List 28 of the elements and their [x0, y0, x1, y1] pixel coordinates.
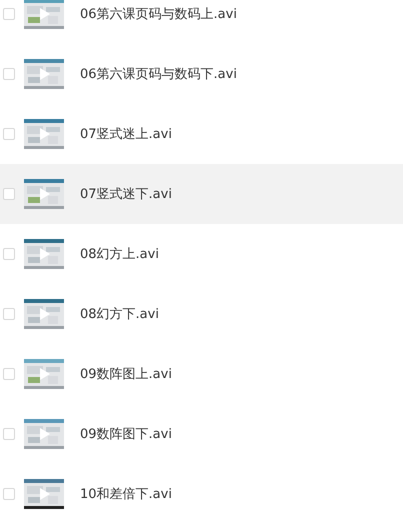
checkbox[interactable]: [3, 368, 15, 380]
file-name[interactable]: 10和差倍下.avi: [80, 485, 172, 503]
play-icon[interactable]: [40, 428, 50, 440]
play-icon[interactable]: [40, 248, 50, 260]
checkbox[interactable]: [3, 428, 15, 440]
checkbox[interactable]: [3, 68, 15, 80]
file-name[interactable]: 07竖式迷上.avi: [80, 125, 172, 143]
checkbox[interactable]: [3, 488, 15, 500]
file-row[interactable]: 07竖式迷下.avi: [0, 164, 403, 224]
checkbox[interactable]: [3, 308, 15, 320]
play-icon[interactable]: [40, 128, 50, 140]
play-icon[interactable]: [40, 8, 50, 20]
checkbox[interactable]: [3, 188, 15, 200]
file-name[interactable]: 09数阵图下.avi: [80, 425, 172, 443]
play-icon[interactable]: [40, 308, 50, 320]
file-name[interactable]: 06第六课页码与数码上.avi: [80, 5, 237, 23]
checkbox[interactable]: [3, 248, 15, 260]
file-name[interactable]: 06第六课页码与数码下.avi: [80, 65, 237, 83]
file-name[interactable]: 08幻方上.avi: [80, 245, 159, 263]
file-name[interactable]: 09数阵图上.avi: [80, 365, 172, 383]
play-icon[interactable]: [40, 68, 50, 80]
file-name[interactable]: 07竖式迷下.avi: [80, 185, 172, 203]
play-icon[interactable]: [40, 368, 50, 380]
file-name[interactable]: 08幻方下.avi: [80, 305, 159, 323]
checkbox[interactable]: [3, 128, 15, 140]
play-icon[interactable]: [40, 188, 50, 200]
checkbox[interactable]: [3, 8, 15, 20]
play-icon[interactable]: [40, 488, 50, 500]
